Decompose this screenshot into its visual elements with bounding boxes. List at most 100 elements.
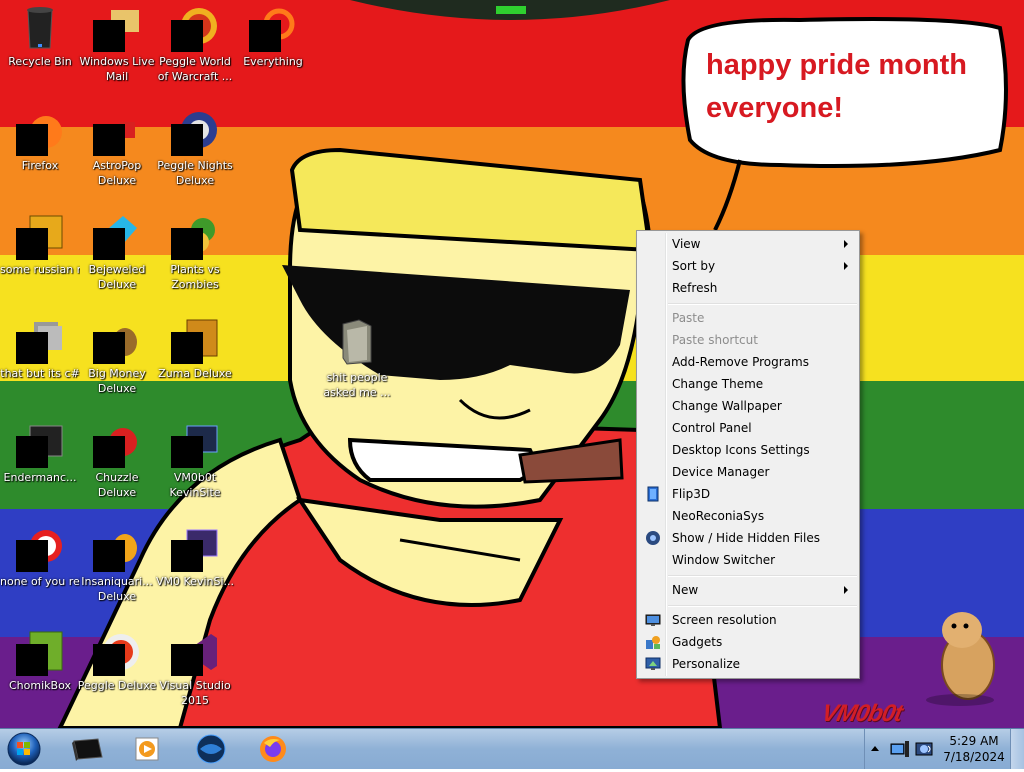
desktop-icon-label: Peggle Deluxe xyxy=(77,679,157,692)
flip3d-icon xyxy=(647,486,659,502)
recycle-bin-icon xyxy=(27,7,53,49)
desktop-icon-insaniquarium-deluxe[interactable]: Insaniquari... Deluxe xyxy=(77,524,157,604)
menu-item-neoreconiasys[interactable]: NeoReconiaSys xyxy=(639,505,857,527)
taskbar-app-firefox[interactable] xyxy=(248,731,298,767)
desktop-folder-label: shit people asked me ... xyxy=(323,371,391,399)
desktop-icon-chomikbox[interactable]: ChomikBox xyxy=(0,628,80,693)
menu-item-window-switcher[interactable]: Window Switcher xyxy=(639,549,857,571)
menu-item-refresh[interactable]: Refresh xyxy=(639,277,857,299)
menu-item-change-wallpaper[interactable]: Change Wallpaper xyxy=(639,395,857,417)
menu-item-label: Gadgets xyxy=(672,635,723,649)
menu-item-label: View xyxy=(672,237,701,251)
desktop-icon-label: Firefox xyxy=(21,159,59,172)
taskbar: 5:29 AM 7/18/2024 xyxy=(0,728,1024,769)
desktop-icon-windows-live-mail[interactable]: Windows Live Mail xyxy=(77,4,157,84)
desktop-icon-astropop-deluxe[interactable]: AstroPop Deluxe xyxy=(77,108,157,188)
menu-item-add-remove-programs[interactable]: Add-Remove Programs xyxy=(639,351,857,373)
menu-item-personalize[interactable]: Personalize xyxy=(639,653,857,675)
taskbar-app-terminal[interactable] xyxy=(62,731,112,767)
show-desktop-button[interactable] xyxy=(1010,729,1024,769)
terminal-icon xyxy=(72,738,103,761)
hidden-files-icon xyxy=(646,531,660,545)
start-button[interactable] xyxy=(4,730,44,768)
desktop-icon-label: VM0 KevinSi... xyxy=(155,575,234,588)
desktop-icon-firefox[interactable]: Firefox xyxy=(0,108,80,173)
desktop-icon-label: Visual Studio 2015 xyxy=(159,679,231,707)
desktop-folder[interactable]: shit people asked me ... xyxy=(322,318,392,400)
menu-item-control-panel[interactable]: Control Panel xyxy=(639,417,857,439)
menu-item-device-manager[interactable]: Device Manager xyxy=(639,461,857,483)
show-hidden-icons-chevron-icon[interactable] xyxy=(871,746,879,751)
redaction-box xyxy=(93,332,125,364)
media-player-icon xyxy=(135,737,159,761)
folder-icon xyxy=(342,319,372,365)
menu-separator xyxy=(668,303,857,305)
redaction-box xyxy=(171,124,203,156)
submenu-arrow-icon xyxy=(844,240,848,248)
desktop-icon-label: Bejeweled Deluxe xyxy=(88,263,146,291)
desktop-icon-label: that but its c# xyxy=(0,367,80,380)
taskbar-app-media-player[interactable] xyxy=(122,731,172,767)
desktop-icon-peggle-world-of-warcraft[interactable]: Peggle World of Warcraft ... xyxy=(155,4,235,84)
desktop-icon-peggle-nights-deluxe[interactable]: Peggle Nights Deluxe xyxy=(155,108,235,188)
menu-item-show-hide-hidden-files[interactable]: Show / Hide Hidden Files xyxy=(639,527,857,549)
menu-item-sort-by[interactable]: Sort by xyxy=(639,255,857,277)
tray-volume-icon[interactable] xyxy=(914,738,936,760)
desktop-icon-label: Windows Live Mail xyxy=(79,55,155,83)
desktop-icon-label: ChomikBox xyxy=(9,679,71,692)
redaction-box xyxy=(16,540,48,572)
redaction-box xyxy=(171,228,203,260)
desktop-icon-plants-vs-zombies[interactable]: Plants vs Zombies xyxy=(155,212,235,292)
desktop-icon-label: Peggle World of Warcraft ... xyxy=(157,55,233,83)
speech-bubble-text: happy pride month everyone! xyxy=(706,49,967,124)
menu-item-desktop-icons-settings[interactable]: Desktop Icons Settings xyxy=(639,439,857,461)
desktop-icon-vm0-kevinsite[interactable]: VM0 KevinSi... xyxy=(155,524,235,589)
menu-item-label: Paste xyxy=(672,311,705,325)
desktop-icon-label: VM0b0t KevinSite xyxy=(169,471,221,499)
desktop-icon-recycle-bin[interactable]: Recycle Bin xyxy=(0,4,80,69)
menu-item-label: Personalize xyxy=(672,657,741,671)
volume-icon xyxy=(915,742,933,756)
desktop-icon-visual-studio-2015[interactable]: Visual Studio 2015 xyxy=(155,628,235,708)
wallpaper-watermark: VM0b0t xyxy=(819,700,905,727)
redaction-box xyxy=(171,540,203,572)
menu-item-label: Window Switcher xyxy=(672,553,776,567)
desktop-icon-label: Endermanc... xyxy=(3,471,77,484)
menu-separator xyxy=(668,575,857,577)
menu-item-label: Control Panel xyxy=(672,421,752,435)
desktop-icon-everything[interactable]: Everything xyxy=(233,4,313,69)
menu-item-label: New xyxy=(672,583,699,597)
windows-orb-icon xyxy=(7,732,41,766)
tray-separator xyxy=(864,729,865,769)
desktop-icon-none-of-you[interactable]: none of you retards kno... xyxy=(0,524,80,589)
desktop-icon-some-russian-ran-a-rat[interactable]: some russian ran a rat xyxy=(0,212,80,277)
desktop-icon-label: some russian ran a rat xyxy=(0,263,80,276)
desktop-icon-that-but-its-csharp[interactable]: that but its c# xyxy=(0,316,80,381)
personalize-icon xyxy=(645,657,661,670)
menu-item-new[interactable]: New xyxy=(639,579,857,601)
clock-time: 5:29 AM xyxy=(949,734,999,748)
desktop-icon-vm0b0t-kevinsite[interactable]: VM0b0t KevinSite xyxy=(155,420,235,500)
network-icon xyxy=(890,741,909,757)
desktop-icon-label: Insaniquari... Deluxe xyxy=(81,575,153,603)
desktop-icon-peggle-deluxe[interactable]: Peggle Deluxe xyxy=(77,628,157,693)
submenu-arrow-icon xyxy=(844,262,848,270)
desktop-icon-zuma-deluxe[interactable]: Zuma Deluxe xyxy=(155,316,235,381)
taskbar-clock[interactable]: 5:29 AM 7/18/2024 xyxy=(942,733,1006,765)
menu-item-flip3d[interactable]: Flip3D xyxy=(639,483,857,505)
desktop-icon-endermanch[interactable]: Endermanc... xyxy=(0,420,80,485)
tray-network-icon[interactable] xyxy=(889,738,911,760)
taskbar-app-globe[interactable] xyxy=(186,731,236,767)
menu-item-label: Show / Hide Hidden Files xyxy=(672,531,820,545)
menu-item-gadgets[interactable]: Gadgets xyxy=(639,631,857,653)
desktop-icon-label: none of you retards kno... xyxy=(0,575,80,588)
menu-item-view[interactable]: View xyxy=(639,233,857,255)
menu-item-screen-resolution[interactable]: Screen resolution xyxy=(639,609,857,631)
redaction-box xyxy=(93,644,125,676)
desktop-icon-chuzzle-deluxe[interactable]: Chuzzle Deluxe xyxy=(77,420,157,500)
desktop-icon-bejeweled-deluxe[interactable]: Bejeweled Deluxe xyxy=(77,212,157,292)
desktop-icon-label: Recycle Bin xyxy=(8,55,72,68)
menu-item-change-theme[interactable]: Change Theme xyxy=(639,373,857,395)
desktop-icon-big-money-deluxe[interactable]: Big Money Deluxe xyxy=(77,316,157,396)
gadgets-icon xyxy=(646,636,660,649)
